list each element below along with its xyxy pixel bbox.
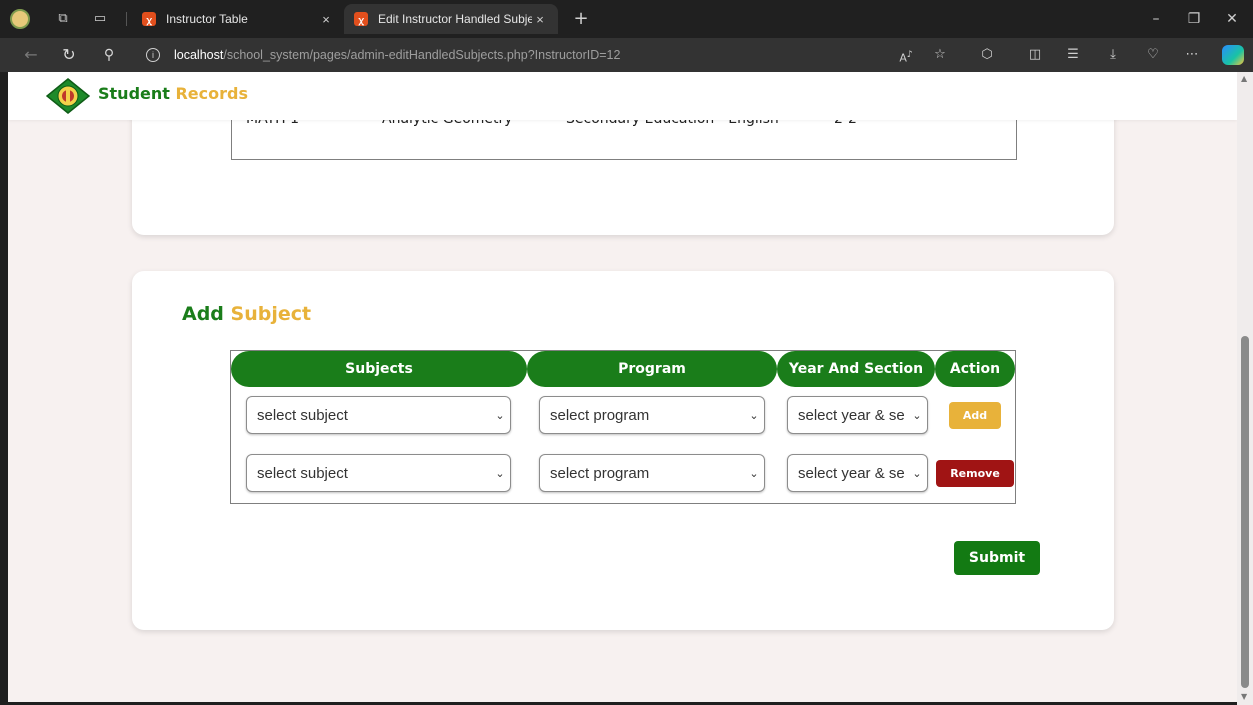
read-aloud-icon[interactable]: A♪ bbox=[896, 46, 916, 65]
browser-toolbar: ← ↻ ⚲ i localhost /school_system/pages/a… bbox=[0, 38, 1253, 72]
back-icon[interactable]: ← bbox=[20, 45, 42, 65]
tab-actions-icon[interactable]: ▭ bbox=[92, 11, 108, 27]
minimize-button[interactable]: – bbox=[1138, 9, 1174, 29]
chevron-down-icon: ⌄ bbox=[912, 409, 922, 422]
chevron-down-icon: ⌄ bbox=[495, 409, 505, 422]
favorites-list-icon[interactable]: ☰ bbox=[1063, 46, 1083, 64]
add-row-button[interactable]: Add bbox=[949, 402, 1001, 429]
title-second-word: Subject bbox=[230, 303, 312, 325]
favorite-icon[interactable]: ☆ bbox=[930, 46, 950, 64]
tab-close-icon[interactable]: × bbox=[532, 12, 548, 27]
chevron-down-icon: ⌄ bbox=[912, 467, 922, 480]
add-subject-card: Add Subject Subjects Program Year And Se… bbox=[132, 271, 1114, 630]
restore-button[interactable]: ❐ bbox=[1176, 9, 1212, 29]
site-header: Student Records bbox=[8, 72, 1237, 120]
scrollbar-thumb[interactable] bbox=[1241, 336, 1249, 688]
tab-label: Instructor Table bbox=[166, 12, 248, 26]
profile-avatar[interactable] bbox=[10, 9, 30, 29]
page-viewport: MATH 1 Analytic Geometry Secondary Educa… bbox=[8, 72, 1237, 702]
url-path: /school_system/pages/admin-editHandledSu… bbox=[223, 48, 621, 62]
subject-select[interactable]: select subject ⌄ bbox=[246, 454, 511, 492]
remove-row-button[interactable]: Remove bbox=[936, 460, 1014, 487]
program-select[interactable]: select program ⌄ bbox=[539, 396, 765, 434]
section-title: Add Subject bbox=[182, 303, 311, 325]
tab-divider bbox=[126, 12, 127, 26]
title-first-word: Add bbox=[182, 303, 224, 325]
workspaces-icon[interactable]: ⧉ bbox=[55, 11, 71, 27]
more-icon[interactable]: ⋯ bbox=[1182, 46, 1202, 64]
header-action: Action bbox=[935, 351, 1015, 387]
scroll-down-icon[interactable]: ▼ bbox=[1241, 692, 1247, 701]
tab-close-icon[interactable]: × bbox=[318, 12, 334, 27]
new-tab-button[interactable]: + bbox=[570, 8, 592, 30]
school-logo[interactable] bbox=[46, 78, 90, 114]
scroll-up-icon[interactable]: ▲ bbox=[1241, 74, 1247, 83]
url-host: localhost bbox=[174, 48, 224, 62]
subject-select[interactable]: select subject ⌄ bbox=[246, 396, 511, 434]
chevron-down-icon: ⌄ bbox=[749, 409, 759, 422]
xampp-favicon-icon: ꭓ bbox=[354, 12, 368, 26]
chevron-down-icon: ⌄ bbox=[749, 467, 759, 480]
submit-button[interactable]: Submit bbox=[954, 541, 1040, 575]
tab-edit-handled-subjects[interactable]: ꭓ Edit Instructor Handled Subjects × bbox=[344, 4, 558, 34]
program-select[interactable]: select program ⌄ bbox=[539, 454, 765, 492]
year-section-select[interactable]: select year & se ⌄ bbox=[787, 454, 928, 492]
header-subjects: Subjects bbox=[231, 351, 527, 387]
close-window-button[interactable]: ✕ bbox=[1214, 9, 1250, 29]
refresh-icon[interactable]: ↻ bbox=[58, 45, 80, 65]
site-info-icon[interactable]: i bbox=[146, 48, 160, 62]
extensions-icon[interactable]: ⬡ bbox=[977, 46, 997, 64]
add-subject-table: Subjects Program Year And Section Action… bbox=[230, 350, 1016, 504]
browser-essentials-icon[interactable]: ♡ bbox=[1143, 46, 1163, 64]
year-section-select[interactable]: select year & se ⌄ bbox=[787, 396, 928, 434]
search-icon[interactable]: ⚲ bbox=[98, 45, 120, 65]
downloads-icon[interactable]: ⤓ bbox=[1103, 46, 1123, 64]
address-bar[interactable]: i localhost /school_system/pages/admin-e… bbox=[146, 43, 886, 67]
browser-tab-strip: ⧉ ▭ ꭓ Instructor Table × ꭓ Edit Instruct… bbox=[0, 0, 1253, 38]
xampp-favicon-icon: ꭓ bbox=[142, 12, 156, 26]
chevron-down-icon: ⌄ bbox=[495, 467, 505, 480]
header-year-section: Year And Section bbox=[777, 351, 935, 387]
tab-label: Edit Instructor Handled Subjects bbox=[378, 12, 532, 26]
split-screen-icon[interactable]: ◫ bbox=[1025, 46, 1045, 64]
site-brand[interactable]: Student Records bbox=[98, 84, 248, 103]
header-program: Program bbox=[527, 351, 777, 387]
copilot-icon[interactable] bbox=[1222, 45, 1244, 65]
tab-instructor-table[interactable]: ꭓ Instructor Table × bbox=[132, 4, 344, 34]
page-scrollbar[interactable]: ▲ ▼ bbox=[1237, 72, 1253, 705]
